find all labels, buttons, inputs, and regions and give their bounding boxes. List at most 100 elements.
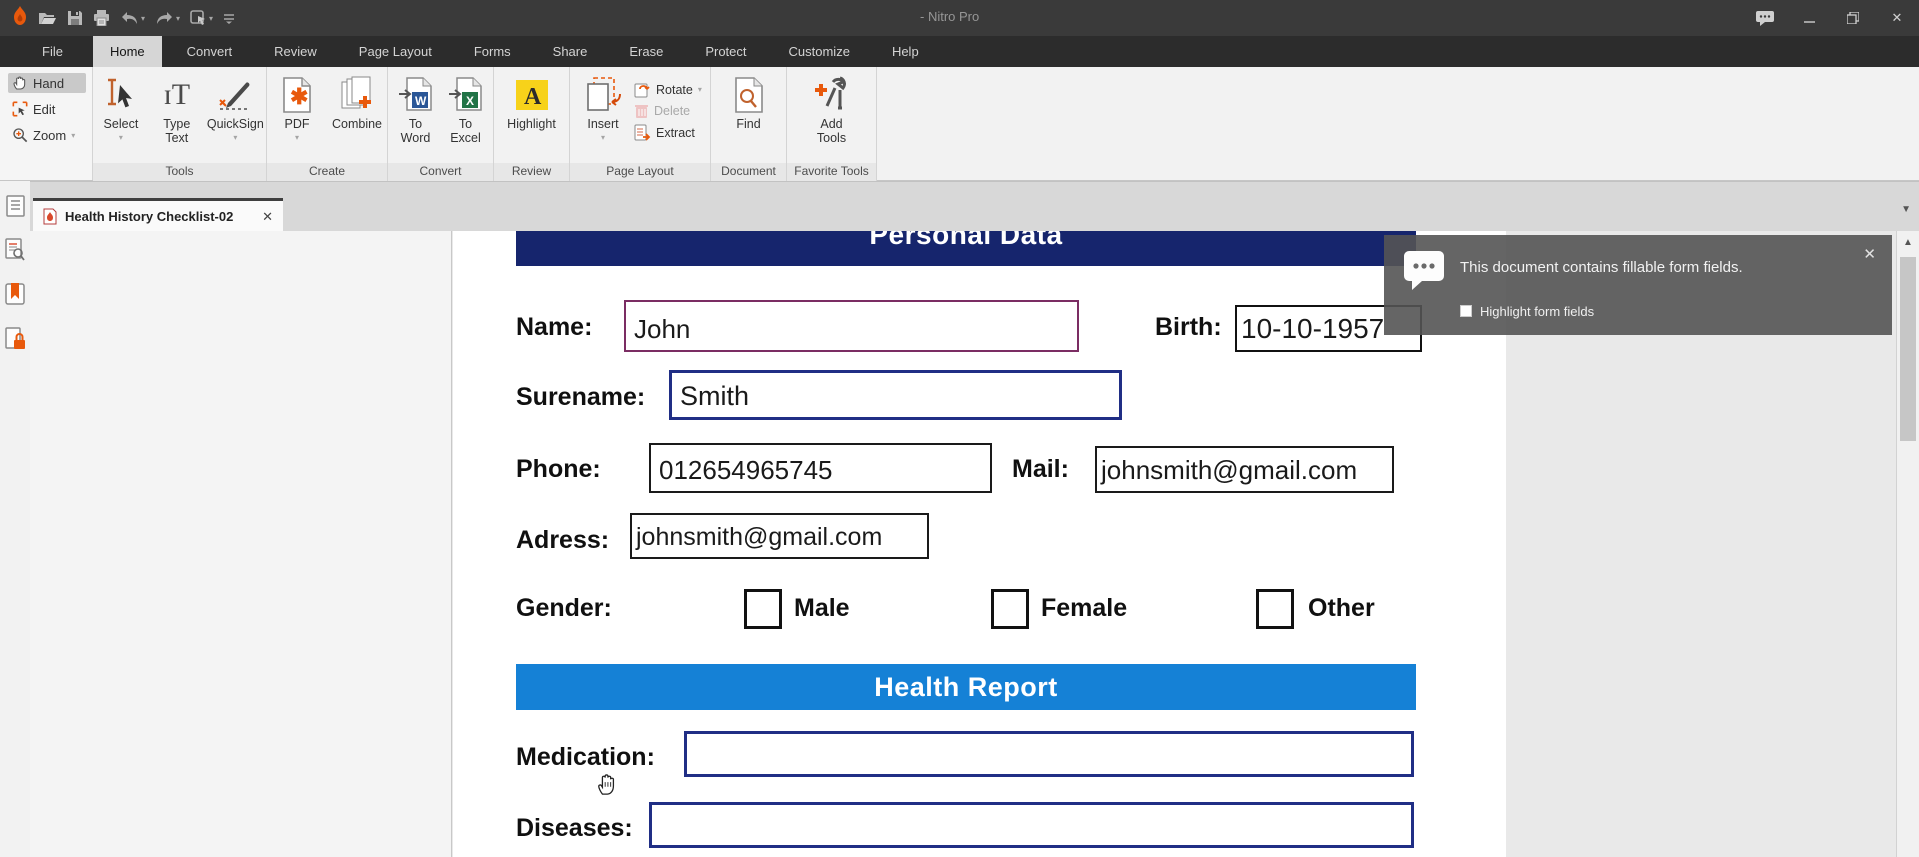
svg-text:✱: ✱ xyxy=(290,84,308,109)
redo-button[interactable]: ▾ xyxy=(155,11,180,25)
undo-button[interactable]: ▾ xyxy=(120,11,145,25)
ribbon-group-review: A Highlight Review xyxy=(494,67,570,181)
tab-page-layout[interactable]: Page Layout xyxy=(342,36,449,67)
ribbon: Hand Edit Zoom ▾ Select ▾ ɪT Type Text Q… xyxy=(0,67,1919,181)
highlight-button[interactable]: A Highlight xyxy=(500,71,564,131)
add-tools-button[interactable]: Add Tools xyxy=(802,71,862,145)
name-field[interactable]: John xyxy=(624,300,1079,352)
medication-field[interactable] xyxy=(684,731,1414,777)
redo-dropdown-arrow[interactable]: ▾ xyxy=(176,14,180,23)
tab-customize[interactable]: Customize xyxy=(772,36,867,67)
highlight-label: Highlight xyxy=(507,117,556,131)
customize-quick-access-button[interactable] xyxy=(223,12,235,24)
tab-share[interactable]: Share xyxy=(536,36,605,67)
tab-forms[interactable]: Forms xyxy=(457,36,528,67)
close-button[interactable]: ✕ xyxy=(1875,0,1919,36)
group-label-review: Review xyxy=(494,163,569,181)
open-file-button[interactable] xyxy=(38,11,57,26)
document-preview-panel-icon[interactable] xyxy=(5,238,25,266)
select-tool-button[interactable]: ▾ xyxy=(190,9,213,27)
highlight-form-fields-label: Highlight form fields xyxy=(1480,304,1595,319)
extract-button[interactable]: Extract xyxy=(634,124,702,141)
quicksign-pen-icon xyxy=(216,73,254,117)
quicksign-label: QuickSign xyxy=(206,117,264,131)
ribbon-group-tools: Select ▾ ɪT Type Text QuickSign ▾ Tools xyxy=(93,67,267,181)
scroll-up-icon[interactable]: ▲ xyxy=(1897,237,1919,248)
quicksign-button[interactable]: QuickSign ▾ xyxy=(205,71,266,145)
section-header-personal-data: Personal Data xyxy=(516,231,1416,266)
tab-protect[interactable]: Protect xyxy=(688,36,763,67)
tab-review[interactable]: Review xyxy=(257,36,334,67)
select-cursor-icon xyxy=(104,73,138,117)
gender-male-checkbox[interactable] xyxy=(744,589,782,629)
group-label-page-layout: Page Layout xyxy=(570,163,710,181)
highlight-icon: A xyxy=(514,73,550,117)
insert-button[interactable]: Insert ▾ xyxy=(576,71,630,145)
insert-label: Insert xyxy=(587,117,619,131)
to-excel-button[interactable]: X To Excel xyxy=(441,71,491,145)
vertical-scrollbar[interactable]: ▲ xyxy=(1896,231,1919,857)
medication-label: Medication: xyxy=(516,743,655,771)
health-report-title: Health Report xyxy=(874,671,1058,702)
pdf-page: Personal Data Name: John Birth: 10-10-19… xyxy=(453,231,1506,857)
feedback-icon[interactable] xyxy=(1743,0,1787,36)
scrollbar-thumb[interactable] xyxy=(1900,257,1916,441)
tab-erase[interactable]: Erase xyxy=(612,36,680,67)
select-button[interactable]: Select ▾ xyxy=(93,71,149,145)
type-text-icon: ɪT xyxy=(163,78,191,111)
find-label: Find xyxy=(736,117,761,131)
select-label: Select xyxy=(103,117,139,131)
document-tab-close-icon[interactable]: ✕ xyxy=(262,209,273,225)
find-button[interactable]: Find xyxy=(721,71,777,131)
restore-button[interactable] xyxy=(1831,0,1875,36)
surname-field[interactable]: Smith xyxy=(669,370,1122,420)
hand-icon xyxy=(13,76,26,90)
edit-icon xyxy=(12,101,28,117)
to-word-label-2: Word xyxy=(400,131,431,145)
bookmarks-panel-icon[interactable] xyxy=(5,282,25,311)
gender-female-checkbox[interactable] xyxy=(991,589,1029,629)
save-button[interactable] xyxy=(67,10,83,26)
tab-list-dropdown-icon[interactable]: ▼ xyxy=(1901,204,1911,215)
select-tool-dropdown-arrow[interactable]: ▾ xyxy=(209,14,213,23)
tab-home[interactable]: Home xyxy=(92,36,162,67)
highlight-form-fields-checkbox[interactable] xyxy=(1460,305,1472,317)
ribbon-empty-space xyxy=(877,67,1919,180)
rotate-dropdown-arrow: ▾ xyxy=(697,85,702,94)
insert-dropdown-arrow: ▾ xyxy=(600,133,605,142)
notification-message: This document contains fillable form fie… xyxy=(1460,259,1743,276)
zoom-tool-label: Zoom xyxy=(33,127,67,143)
title-bar: ▾ ▾ ▾ - Nitro Pro ✕ xyxy=(0,0,1919,36)
zoom-tool-button[interactable]: Zoom ▾ xyxy=(8,125,86,145)
diseases-label: Diseases: xyxy=(516,814,633,842)
to-excel-icon: X xyxy=(448,73,483,117)
combine-button[interactable]: Combine xyxy=(327,71,387,131)
ribbon-group-page-layout: Insert ▾ Rotate ▾ Delete Extract Page La… xyxy=(570,67,711,181)
security-panel-icon[interactable] xyxy=(4,327,26,356)
hand-tool-button[interactable]: Hand xyxy=(8,73,86,93)
pdf-document-icon xyxy=(43,208,57,225)
gender-other-checkbox[interactable] xyxy=(1256,589,1294,629)
to-word-button[interactable]: W To Word xyxy=(391,71,441,145)
tab-help[interactable]: Help xyxy=(875,36,936,67)
tab-convert[interactable]: Convert xyxy=(170,36,250,67)
mail-field[interactable]: johnsmith@gmail.com xyxy=(1095,446,1394,493)
address-field[interactable]: johnsmith@gmail.com xyxy=(630,513,929,559)
rotate-button[interactable]: Rotate ▾ xyxy=(634,81,702,98)
ribbon-tab-bar: File Home Convert Review Page Layout For… xyxy=(0,36,1919,67)
type-text-button[interactable]: ɪT Type Text xyxy=(149,71,205,146)
group-label-favorite-tools: Favorite Tools xyxy=(787,163,876,181)
create-pdf-button[interactable]: ✱ PDF ▾ xyxy=(267,71,327,145)
page-thumbnails-panel-icon[interactable] xyxy=(5,195,25,222)
notification-close-icon[interactable]: ✕ xyxy=(1863,245,1876,263)
undo-dropdown-arrow[interactable]: ▾ xyxy=(141,14,145,23)
tab-file[interactable]: File xyxy=(20,36,85,67)
edit-tool-button[interactable]: Edit xyxy=(8,99,86,119)
type-text-label-1: Type xyxy=(163,117,191,131)
document-tab-title: Health History Checklist-02 xyxy=(65,209,234,224)
minimize-button[interactable] xyxy=(1787,0,1831,36)
diseases-field[interactable] xyxy=(649,802,1414,848)
document-tab[interactable]: Health History Checklist-02 ✕ xyxy=(33,198,283,232)
print-button[interactable] xyxy=(93,10,110,26)
phone-field[interactable]: 012654965745 xyxy=(649,443,992,493)
